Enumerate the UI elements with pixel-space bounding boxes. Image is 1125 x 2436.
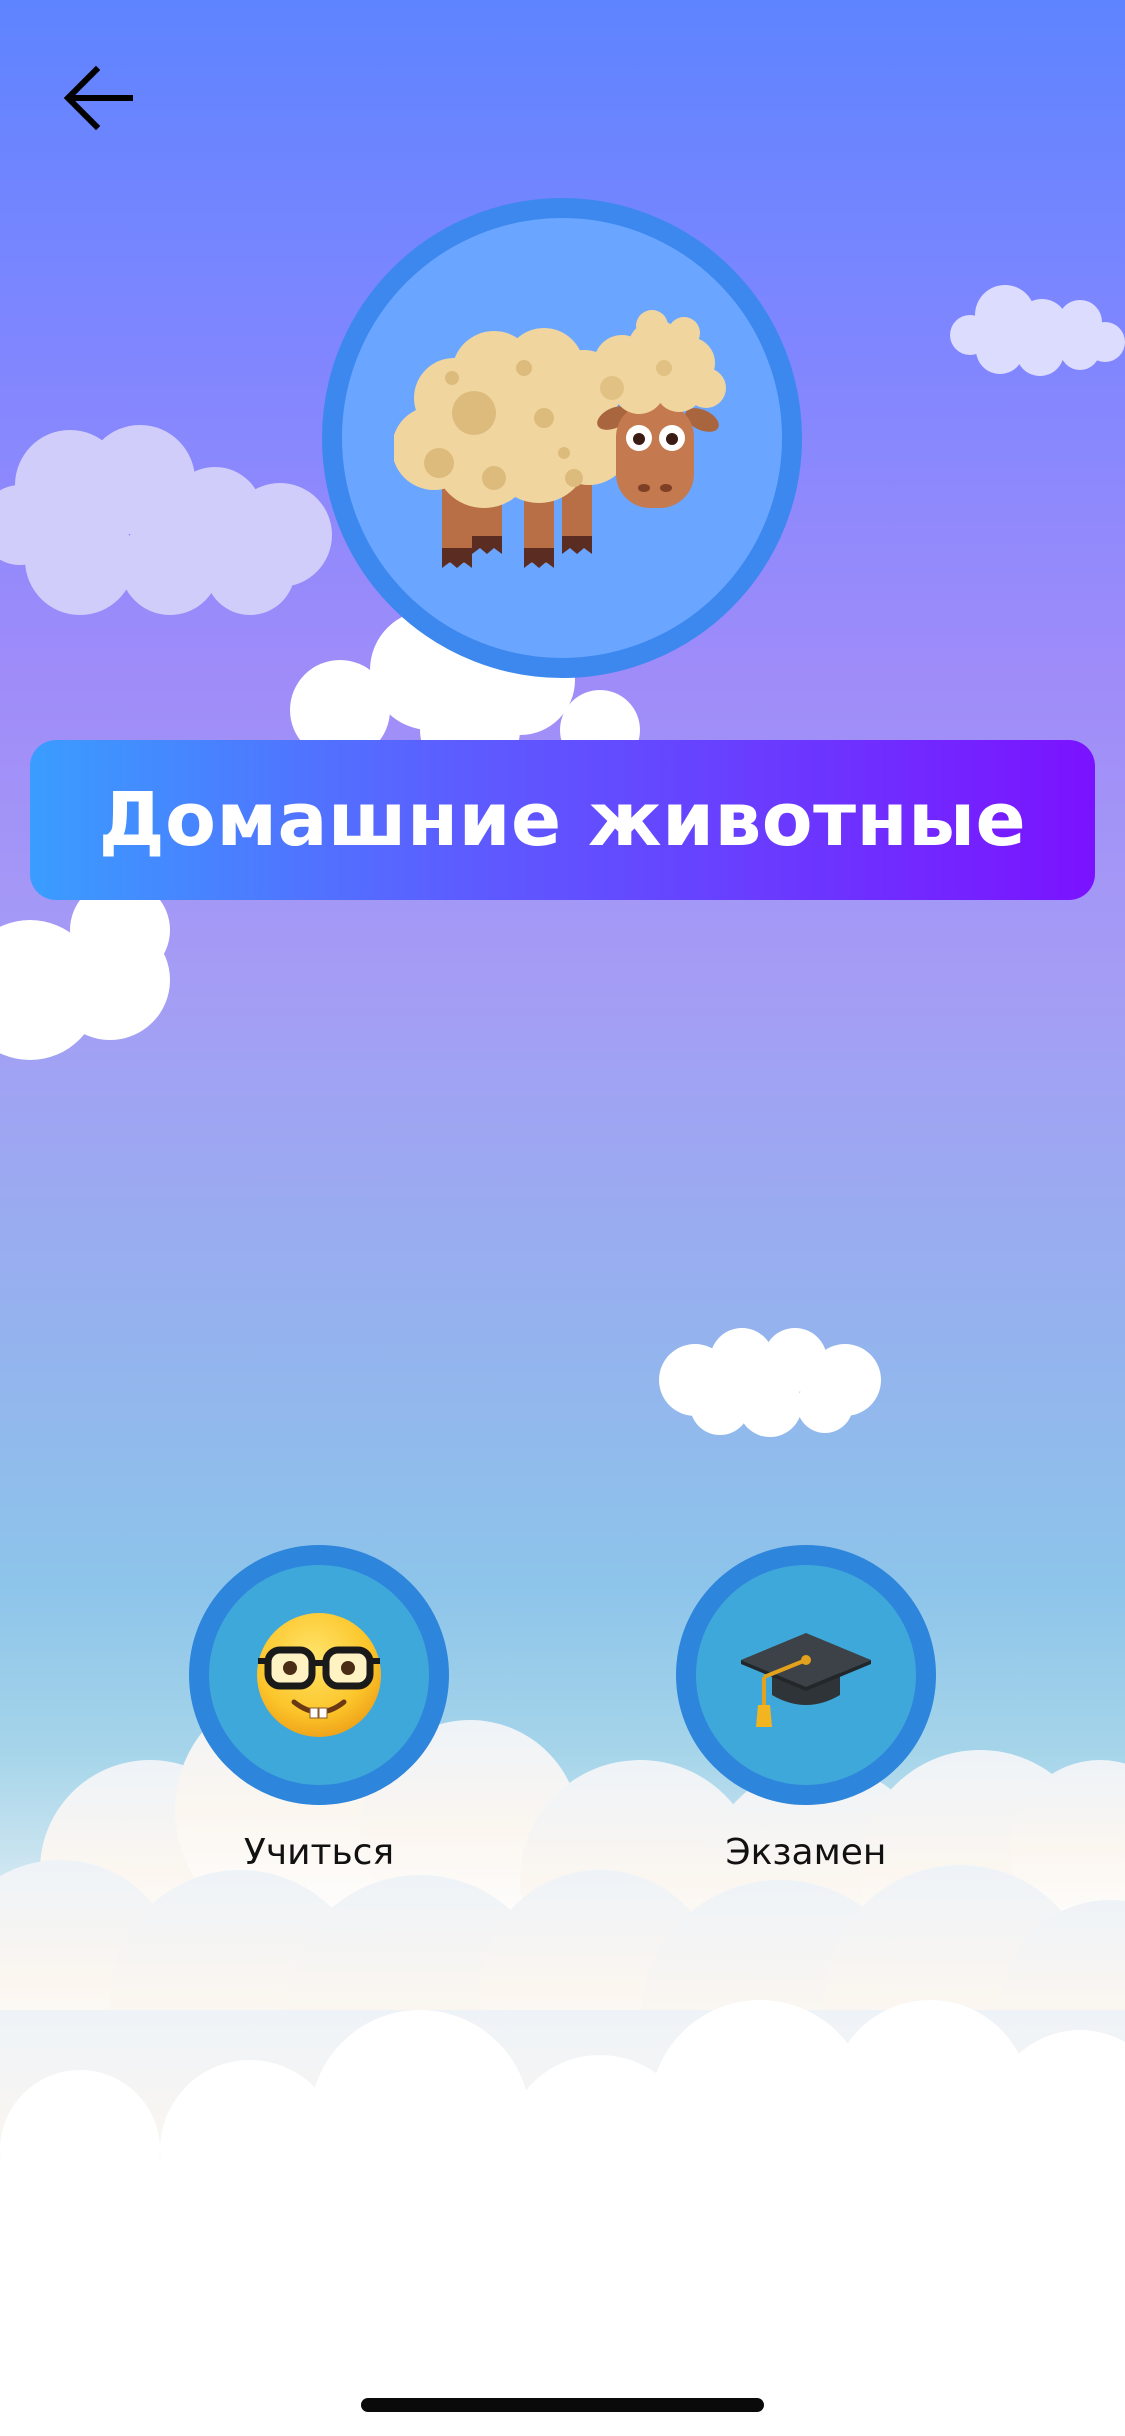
cloud-center: [659, 1328, 881, 1437]
back-button[interactable]: [50, 50, 146, 146]
cloud-left-middle: [0, 880, 170, 1060]
exam-button[interactable]: [676, 1545, 936, 1805]
cloud-top-right: [950, 285, 1125, 376]
arrow-left-icon: [63, 65, 133, 131]
category-image: [322, 198, 802, 678]
nerd-face-icon: [257, 1613, 381, 1737]
category-title: Домашние животные: [98, 777, 1027, 863]
exam-label[interactable]: Экзамен: [656, 1832, 956, 1873]
learn-button[interactable]: [189, 1545, 449, 1805]
cloud-left-upper: [0, 425, 332, 615]
learn-label[interactable]: Учиться: [169, 1832, 469, 1873]
category-title-banner: Домашние животные: [30, 740, 1095, 900]
cloud-bottom-bank: [0, 1685, 1125, 2300]
graduation-cap-icon: [741, 1633, 871, 1727]
sheep-icon: [394, 310, 726, 568]
home-indicator[interactable]: [361, 2398, 764, 2412]
